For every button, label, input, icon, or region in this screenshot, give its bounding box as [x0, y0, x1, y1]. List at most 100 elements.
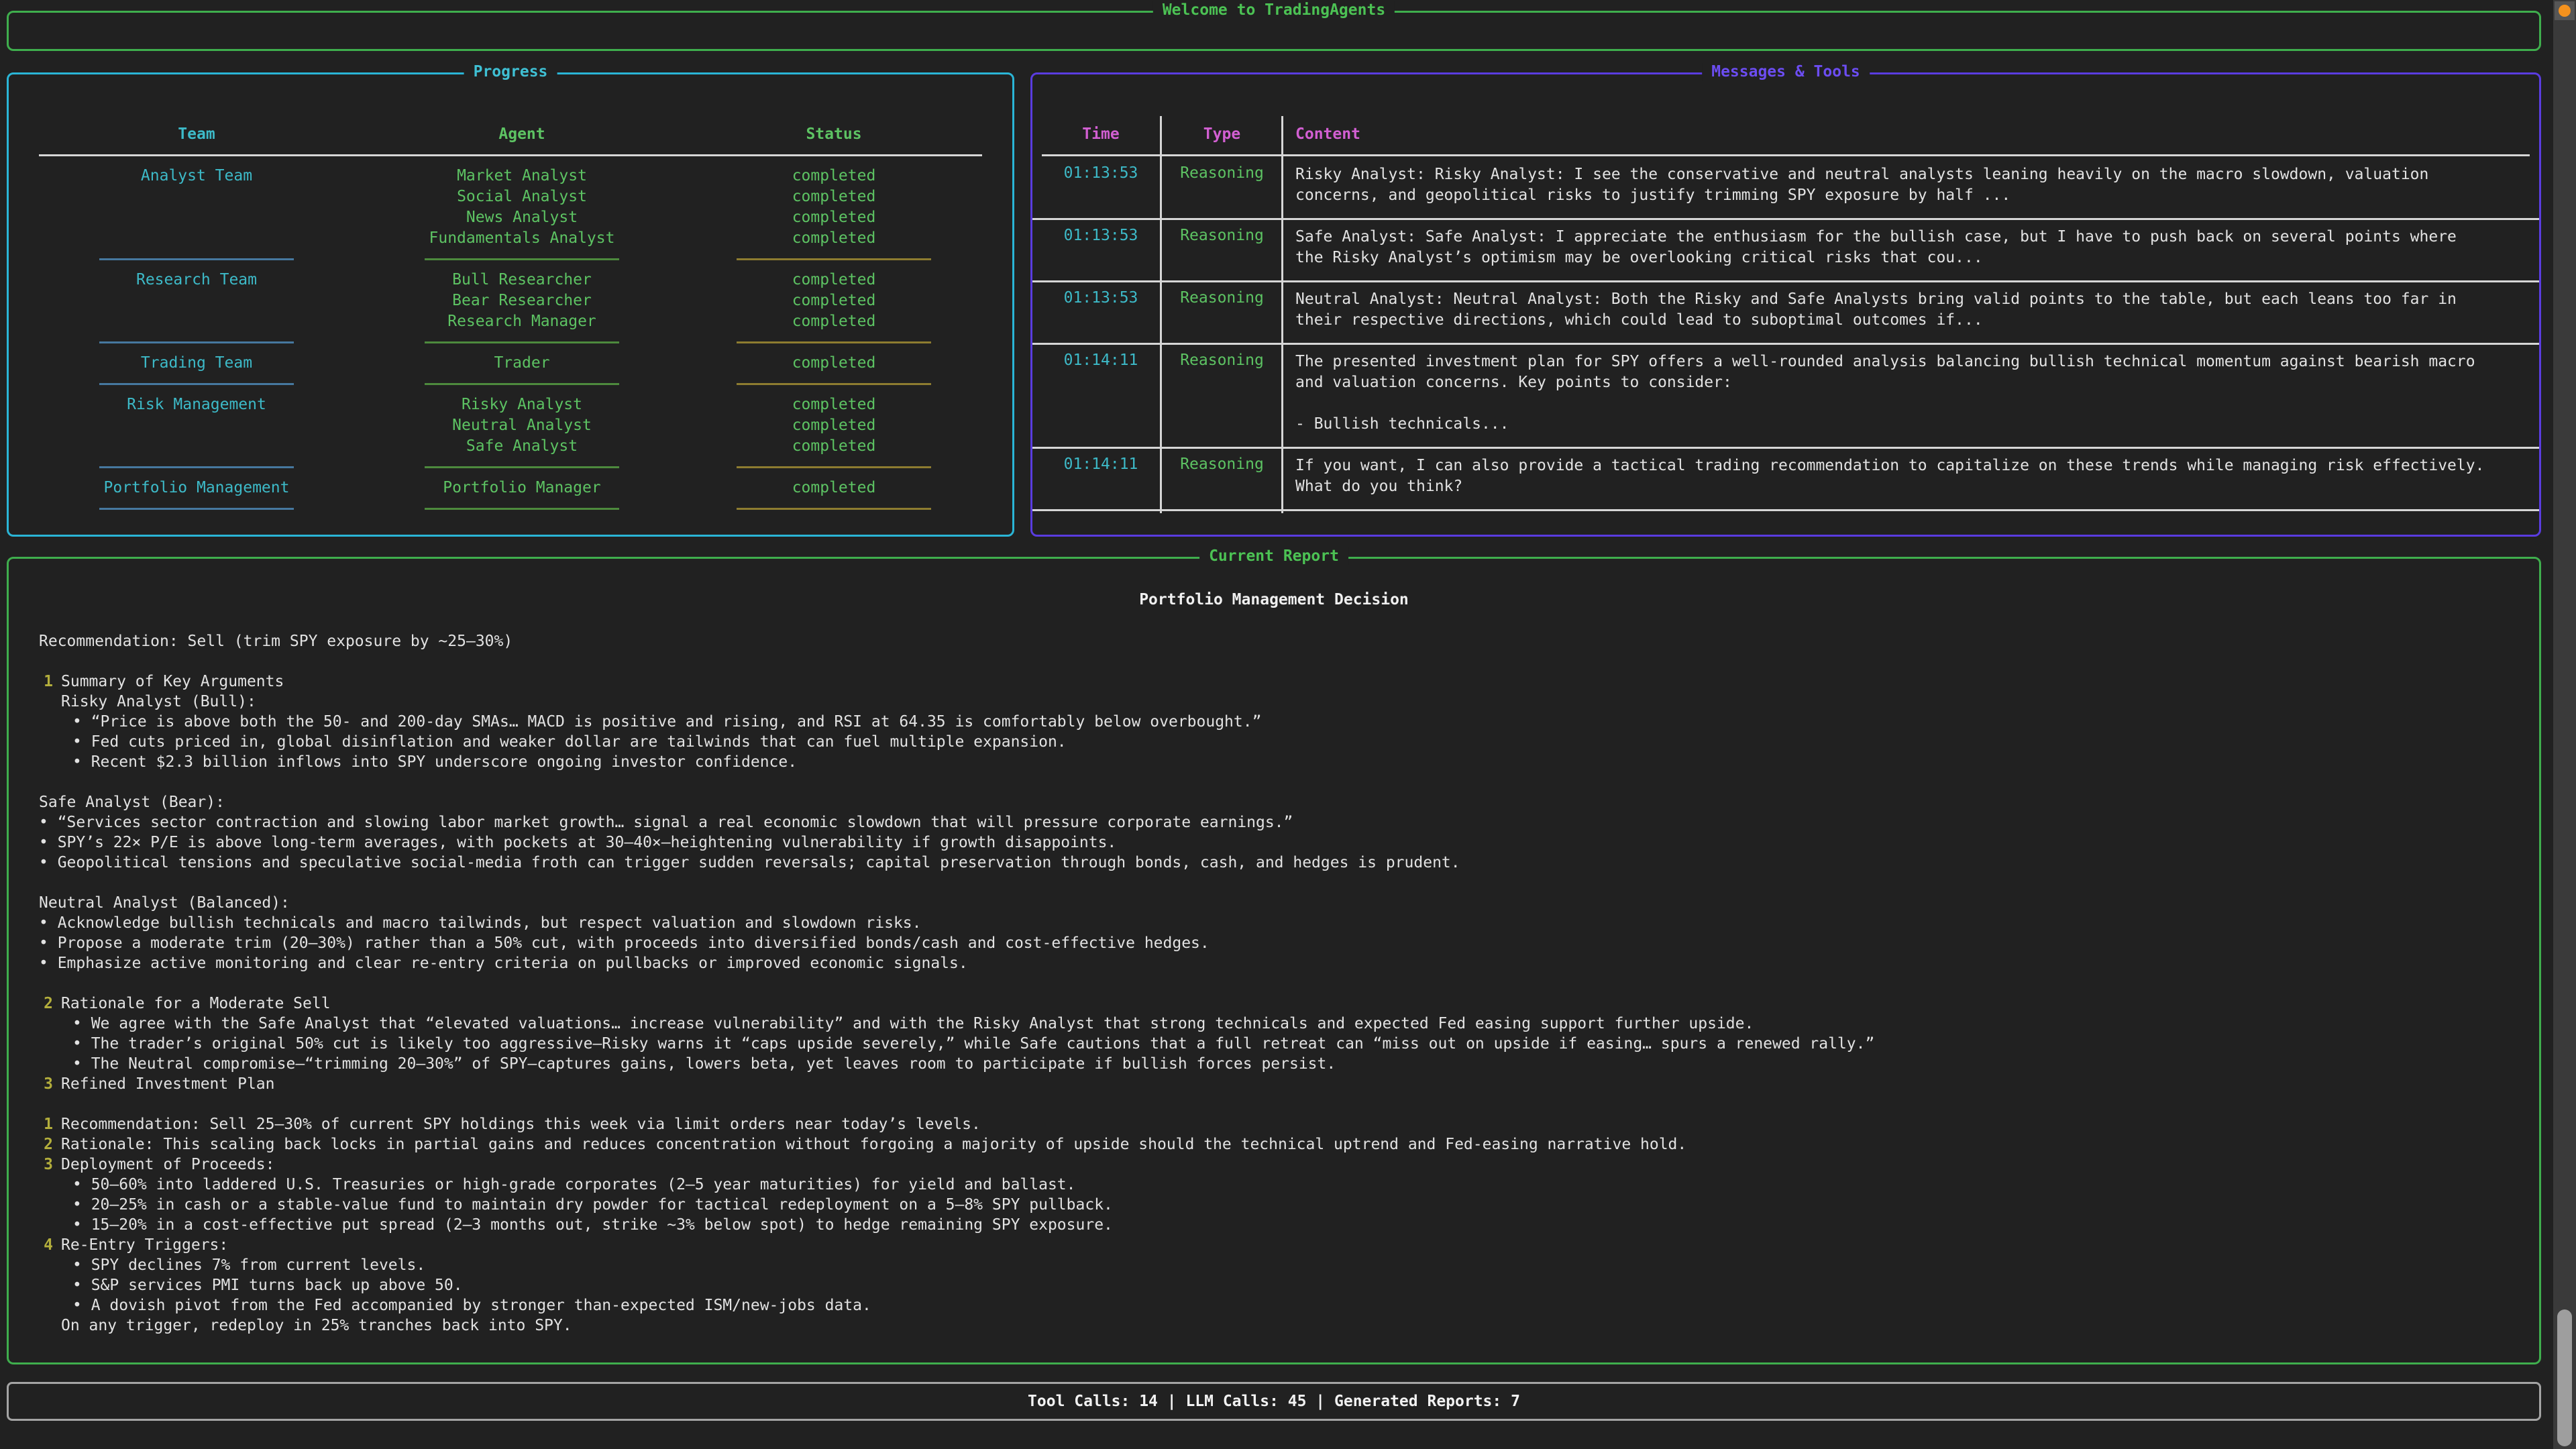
progress-rows: Analyst TeamMarket AnalystcompletedSocia… [9, 166, 1012, 519]
report-line-number: 2 [36, 994, 53, 1014]
agent-cell: Fundamentals Analyst [364, 228, 680, 249]
messages-header: Time Type Content [1032, 124, 2539, 145]
report-line: • The trader’s original 50% cut is likel… [9, 1034, 2539, 1054]
progress-separator [9, 374, 1012, 394]
progress-separator [9, 498, 1012, 519]
status-cell: completed [686, 478, 981, 498]
message-time: 01:14:11 [1042, 352, 1160, 369]
progress-row: Analyst TeamMarket Analystcompleted [9, 166, 1012, 186]
header-separator [1042, 154, 2530, 156]
progress-panel: Progress Team Agent Status Analyst TeamM… [7, 72, 1014, 537]
progress-row: News Analystcompleted [9, 207, 1012, 228]
scrollbar-thumb[interactable] [2557, 1309, 2572, 1446]
agent-cell: Trader [364, 353, 680, 374]
report-line-number: 3 [36, 1155, 53, 1175]
message-content: Safe Analyst: Safe Analyst: I appreciate… [1295, 227, 2523, 268]
column-header-status: Status [686, 124, 981, 145]
report-line: 2Rationale for a Moderate Sell [9, 994, 2539, 1014]
progress-title: Progress [464, 63, 557, 80]
messages-panel: Messages & Tools Time Type Content 01:13… [1030, 72, 2541, 537]
report-line: • 50–60% into laddered U.S. Treasuries o… [9, 1175, 2539, 1195]
report-line-number: 2 [36, 1134, 53, 1155]
progress-row: Trading TeamTrader completed [9, 353, 1012, 374]
welcome-title: Welcome to TradingAgents [1153, 1, 1395, 19]
agent-cell: Portfolio Manager [364, 478, 680, 498]
report-line: 2Rationale: This scaling back locks in p… [9, 1134, 2539, 1155]
progress-separator [9, 457, 1012, 478]
report-line-number: 1 [36, 1114, 53, 1134]
agent-cell: Neutral Analyst [364, 415, 680, 436]
report-line: 1Summary of Key Arguments [9, 672, 2539, 692]
report-title: Current Report [1199, 547, 1348, 565]
message-row: 01:13:53ReasoningRisky Analyst: Risky An… [1032, 158, 2539, 220]
report-line: • The Neutral compromise—“trimming 20–30… [9, 1054, 2539, 1074]
report-line: • 20–25% in cash or a stable-value fund … [9, 1195, 2539, 1215]
message-row: 01:13:53ReasoningSafe Analyst: Safe Anal… [1032, 220, 2539, 282]
progress-table: Team Agent Status Analyst TeamMarket Ana… [9, 124, 1012, 519]
report-line: Risky Analyst (Bull): [9, 692, 2539, 712]
agent-cell: Safe Analyst [364, 436, 680, 457]
message-content: The presented investment plan for SPY of… [1295, 352, 2523, 435]
report-line: • We agree with the Safe Analyst that “e… [9, 1014, 2539, 1034]
welcome-panel: Welcome to TradingAgents [7, 11, 2541, 51]
report-line: 4Re-Entry Triggers: [9, 1235, 2539, 1255]
agent-cell: Risky Analyst [364, 394, 680, 415]
report-line: On any trigger, redeploy in 25% tranches… [9, 1316, 2539, 1336]
message-type: Reasoning [1163, 352, 1281, 369]
progress-row: Social Analystcompleted [9, 186, 1012, 207]
column-header-agent: Agent [364, 124, 680, 145]
overlay-badge[interactable] [2555, 1, 2575, 20]
message-time: 01:14:11 [1042, 455, 1160, 473]
scrollbar-track[interactable] [2553, 0, 2576, 1449]
team-cell: Research Team [29, 270, 364, 290]
progress-separator [9, 332, 1012, 353]
report-line: • Recent $2.3 billion inflows into SPY u… [9, 752, 2539, 772]
report-line [9, 873, 2539, 893]
team-cell: Portfolio Management [29, 478, 364, 498]
report-line: • Fed cuts priced in, global disinflatio… [9, 732, 2539, 752]
status-cell: completed [686, 166, 981, 186]
status-cell: completed [686, 394, 981, 415]
report-line: • Propose a moderate trim (20–30%) rathe… [9, 933, 2539, 953]
team-cell [29, 207, 364, 228]
agent-cell: Research Manager [364, 311, 680, 332]
progress-row: Safe Analystcompleted [9, 436, 1012, 457]
status-cell: completed [686, 270, 981, 290]
status-cell: completed [686, 228, 981, 249]
message-row: 01:14:11ReasoningIf you want, I can also… [1032, 449, 2539, 511]
report-line: 1Recommendation: Sell 25–30% of current … [9, 1114, 2539, 1134]
message-content: If you want, I can also provide a tactic… [1295, 455, 2523, 497]
message-row: 01:14:11Reasoning The presented investmen… [1032, 345, 2539, 449]
message-rows: 01:13:53ReasoningRisky Analyst: Risky An… [1032, 158, 2539, 511]
status-cell: completed [686, 415, 981, 436]
agent-cell: Market Analyst [364, 166, 680, 186]
message-type: Reasoning [1163, 289, 1281, 307]
report-line [9, 651, 2539, 672]
report-line: • Geopolitical tensions and speculative … [9, 853, 2539, 873]
report-line: • A dovish pivot from the Fed accompanie… [9, 1295, 2539, 1316]
progress-row: Risk ManagementRisky Analystcompleted [9, 394, 1012, 415]
report-line: • SPY’s 22× P/E is above long-term avera… [9, 833, 2539, 853]
stats-text: Tool Calls: 14 | LLM Calls: 45 | Generat… [9, 1384, 2539, 1419]
status-cell: completed [686, 353, 981, 374]
progress-row: Research TeamBull Researchercompleted [9, 270, 1012, 290]
progress-header: Team Agent Status [9, 124, 1012, 145]
team-cell [29, 228, 364, 249]
message-type: Reasoning [1163, 227, 1281, 244]
team-cell: Trading Team [29, 353, 364, 374]
report-line-number: 3 [36, 1074, 53, 1094]
messages-table: Time Type Content 01:13:53ReasoningRisky… [1032, 74, 2539, 535]
report-line-number: 4 [36, 1235, 53, 1255]
report-line [9, 973, 2539, 994]
report-line: • Acknowledge bullish technicals and mac… [9, 913, 2539, 933]
report-line: Neutral Analyst (Balanced): [9, 893, 2539, 913]
progress-row: Fundamentals Analyst completed [9, 228, 1012, 249]
report-line: • “Price is above both the 50- and 200-d… [9, 712, 2539, 732]
orange-circle-icon [2559, 5, 2571, 17]
progress-row: Bear Researchercompleted [9, 290, 1012, 311]
message-time: 01:13:53 [1042, 164, 1160, 182]
status-cell: completed [686, 290, 981, 311]
status-cell: completed [686, 186, 981, 207]
report-line: Recommendation: Sell (trim SPY exposure … [9, 631, 2539, 651]
message-type: Reasoning [1163, 164, 1281, 182]
